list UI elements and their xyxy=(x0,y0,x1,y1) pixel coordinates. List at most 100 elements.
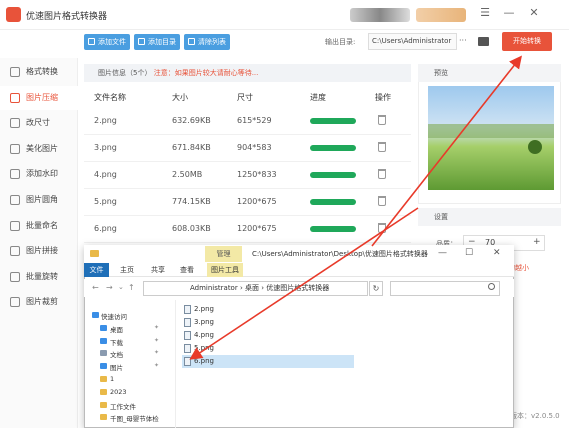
table-row[interactable]: 4.png 2.50MB 1250*833 xyxy=(84,162,411,189)
start-convert-button[interactable]: 开始转换 xyxy=(502,32,552,51)
search-icon xyxy=(488,283,495,290)
sidebar-item-label: 批量旋转 xyxy=(26,271,58,281)
row-file-name: 3.png xyxy=(94,143,117,152)
sidebar-item-label: 图片裁剪 xyxy=(26,297,58,307)
sidebar-item-icon xyxy=(10,67,20,77)
file-list-item[interactable]: 3.png xyxy=(182,316,354,329)
table-row[interactable]: 3.png 671.84KB 904*583 xyxy=(84,135,411,162)
download-icon xyxy=(100,337,107,344)
image-info-bar: 图片信息（5个） 注意：如果图片较大请耐心等待... xyxy=(84,64,411,82)
sidebar-item-7[interactable]: 图片拼接 xyxy=(0,239,78,263)
minimize-icon[interactable]: — xyxy=(502,6,516,20)
column-header-size: 大小 xyxy=(172,93,188,102)
nav-item[interactable]: 图片 xyxy=(110,362,123,372)
nav-item[interactable]: 下载 xyxy=(110,337,123,347)
desktop-icon xyxy=(100,324,107,331)
refresh-button[interactable]: ↻ xyxy=(369,281,383,296)
sidebar-item-icon xyxy=(10,195,20,205)
row-file-dims: 1200*675 xyxy=(237,224,277,233)
ribbon-tab-share[interactable]: 共享 xyxy=(151,263,165,277)
file-name: 3.png xyxy=(194,318,215,326)
sidebar-item-icon xyxy=(10,246,20,257)
folder-open-icon[interactable] xyxy=(478,37,489,46)
table-row[interactable]: 2.png 632.69KB 615*529 xyxy=(84,108,411,135)
trash-icon[interactable] xyxy=(378,196,386,206)
sidebar-item-1[interactable]: 图片压缩 xyxy=(0,85,78,110)
nav-item[interactable]: 快速访问 xyxy=(101,311,127,321)
menu-icon[interactable]: ☰ xyxy=(478,6,492,20)
trash-icon[interactable] xyxy=(378,169,386,179)
png-file-icon xyxy=(184,357,191,366)
nav-item[interactable]: 1 xyxy=(110,375,114,383)
column-header-dims: 尺寸 xyxy=(237,93,253,102)
nav-item[interactable]: 桌面 xyxy=(110,324,123,334)
clear-list-button[interactable]: 清除列表 xyxy=(184,34,230,50)
file-list-item[interactable]: 5.png xyxy=(182,342,354,355)
explorer-ribbon xyxy=(84,263,514,277)
sidebar-item-label: 图片拼接 xyxy=(26,246,58,256)
explorer-maximize-icon[interactable]: ☐ xyxy=(465,248,473,258)
sidebar-item-2[interactable]: 改尺寸 xyxy=(0,111,78,135)
ribbon-tab-home[interactable]: 主页 xyxy=(120,263,134,277)
sidebar-item-6[interactable]: 批量命名 xyxy=(0,214,78,238)
sidebar-item-8[interactable]: 批量旋转 xyxy=(0,265,78,289)
row-progress-bar xyxy=(310,118,356,124)
table-row[interactable]: 6.png 608.03KB 1200*675 xyxy=(84,216,411,243)
back-arrow-icon[interactable]: ← xyxy=(92,283,99,292)
sidebar-item-9[interactable]: 图片裁剪 xyxy=(0,290,78,314)
blurred-header-region xyxy=(350,8,410,22)
preview-image xyxy=(428,86,554,190)
ribbon-tab-picture-tools[interactable]: 图片工具 xyxy=(207,263,243,277)
nav-item[interactable]: 千图_母婴节体检 xyxy=(110,413,159,423)
picture-icon xyxy=(100,363,107,370)
forward-arrow-icon[interactable]: → xyxy=(106,283,113,292)
trash-icon[interactable] xyxy=(378,115,386,125)
up-arrow-icon[interactable]: ↑ xyxy=(128,283,135,292)
close-icon[interactable]: ✕ xyxy=(527,6,541,20)
address-breadcrumb[interactable]: Administrator › 桌面 › 优速图片格式转换器 xyxy=(143,281,368,296)
sidebar-item-4[interactable]: 添加水印 xyxy=(0,162,78,186)
sidebar-item-5[interactable]: 图片圆角 xyxy=(0,188,78,212)
file-list-item[interactable]: 4.png xyxy=(182,329,354,342)
trash-icon[interactable] xyxy=(378,142,386,152)
sidebar-item-label: 图片压缩 xyxy=(26,92,58,102)
quality-plus-button[interactable]: + xyxy=(533,237,541,247)
manage-tab[interactable]: 管理 xyxy=(205,246,242,262)
image-info-label: 图片信息（5个） xyxy=(98,69,152,77)
explorer-close-icon[interactable]: ✕ xyxy=(493,248,501,258)
row-file-size: 632.69KB xyxy=(172,116,211,125)
recent-chevron-icon[interactable]: ⌄ xyxy=(118,283,124,291)
row-progress-bar xyxy=(310,226,356,232)
file-name: 2.png xyxy=(194,305,215,313)
file-name: 6.png xyxy=(194,357,215,365)
add-folder-button[interactable]: 添加目录 xyxy=(134,34,180,50)
row-progress-bar xyxy=(310,145,356,151)
ribbon-tab-file[interactable]: 文件 xyxy=(84,263,109,277)
explorer-search-input[interactable] xyxy=(390,281,500,296)
column-header-action: 操作 xyxy=(375,93,391,102)
add-file-button[interactable]: 添加文件 xyxy=(84,34,130,50)
nav-item[interactable]: 2023 xyxy=(110,388,127,396)
trash-icon[interactable] xyxy=(378,223,386,233)
nav-item[interactable]: 工作文件 xyxy=(110,401,136,411)
browse-more-button[interactable]: ··· xyxy=(459,36,467,45)
column-header-progress: 进度 xyxy=(310,93,326,102)
row-progress-bar xyxy=(310,199,356,205)
file-list-item[interactable]: 6.png xyxy=(182,355,354,368)
ribbon-tab-view[interactable]: 查看 xyxy=(180,263,194,277)
explorer-path-title: C:\Users\Administrator\Desktop\优速图片格式转换器 xyxy=(252,250,428,258)
nav-item[interactable]: 文档 xyxy=(110,349,123,359)
sidebar-item-label: 添加水印 xyxy=(26,169,58,179)
row-file-dims: 1200*675 xyxy=(237,197,277,206)
file-list-item[interactable]: 2.png xyxy=(182,303,354,316)
folder-icon xyxy=(100,414,107,421)
sidebar-item-0[interactable]: 格式转换 xyxy=(0,60,78,84)
sidebar-item-icon xyxy=(10,118,20,129)
sidebar-item-3[interactable]: 美化图片 xyxy=(0,137,78,161)
explorer-minimize-icon[interactable]: — xyxy=(438,248,447,258)
table-row[interactable]: 5.png 774.15KB 1200*675 xyxy=(84,189,411,216)
output-dir-input[interactable]: C:\Users\Administrator xyxy=(368,33,457,50)
png-file-icon xyxy=(184,331,191,340)
folder-icon xyxy=(100,388,107,395)
sidebar-item-icon xyxy=(10,220,20,231)
